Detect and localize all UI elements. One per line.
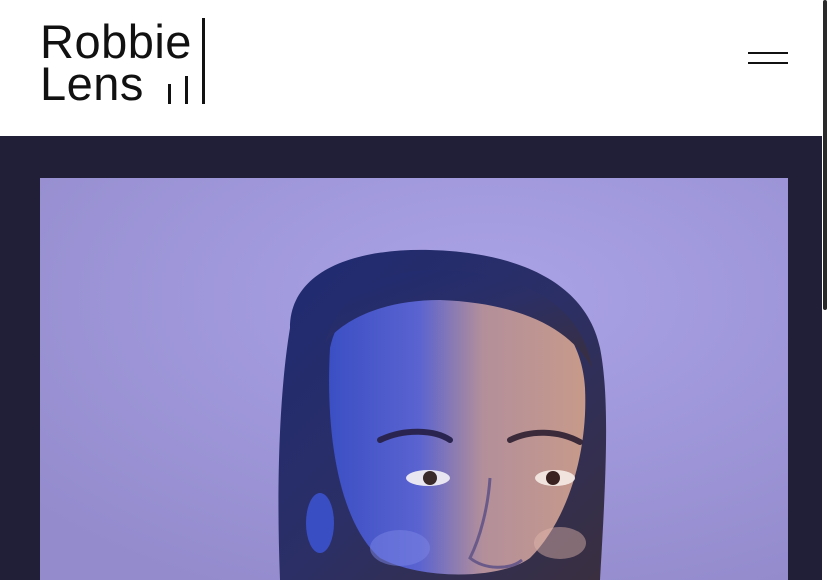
main-content <box>0 136 822 580</box>
menu-line-top <box>748 52 788 54</box>
page-scrollbar[interactable] <box>822 0 828 580</box>
site-header: Robbie Lens <box>0 0 822 136</box>
portrait-photo <box>40 178 788 580</box>
logo-bar-3 <box>202 18 205 104</box>
logo-bar-2 <box>185 76 188 104</box>
scrollbar-thumb[interactable] <box>823 0 827 310</box>
logo-text-line-2: Lens <box>40 57 144 110</box>
logo-bar-1 <box>168 84 171 104</box>
portrait-illustration <box>40 178 788 580</box>
hamburger-menu-icon[interactable] <box>748 50 788 74</box>
menu-line-bottom <box>748 62 788 64</box>
site-logo[interactable]: Robbie Lens <box>40 18 210 110</box>
